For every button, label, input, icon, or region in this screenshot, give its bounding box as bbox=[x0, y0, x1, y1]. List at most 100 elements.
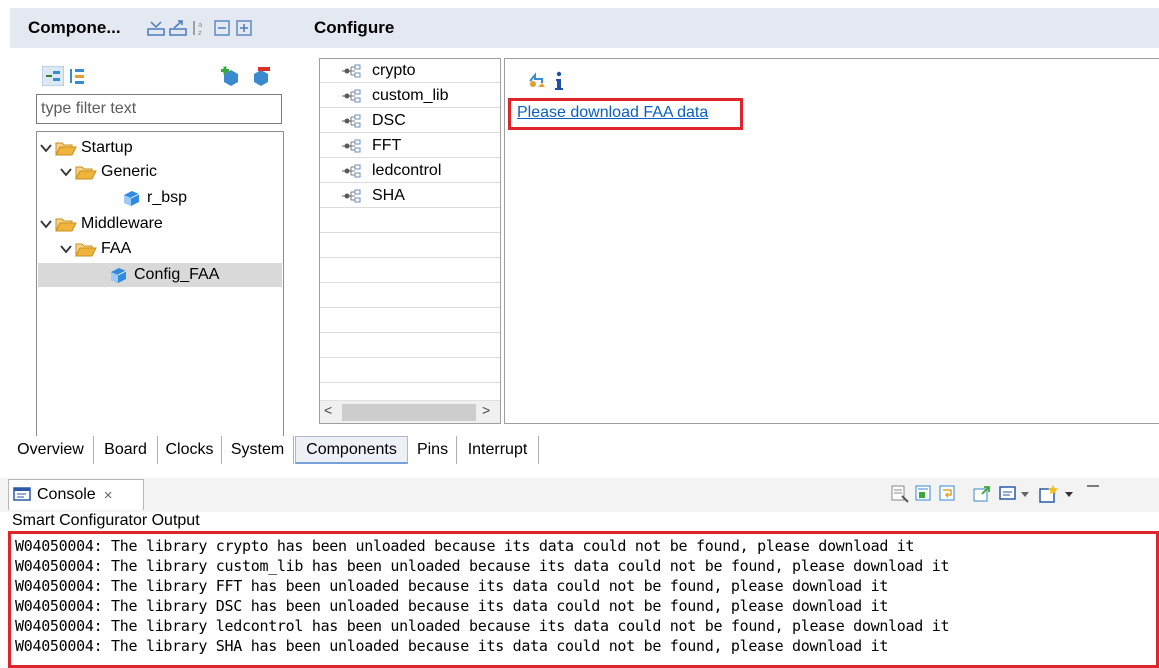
info-icon[interactable] bbox=[553, 71, 565, 91]
dropdown-arrow-icon[interactable] bbox=[1020, 489, 1030, 499]
library-label: DSC bbox=[372, 111, 406, 129]
tree-item-generic[interactable]: Generic bbox=[59, 160, 157, 184]
hierarchical-view-icon[interactable] bbox=[42, 66, 64, 86]
library-label: SHA bbox=[372, 186, 405, 204]
expand-all-icon[interactable] bbox=[235, 19, 253, 37]
tab-board[interactable]: Board bbox=[94, 436, 158, 464]
flat-view-icon[interactable] bbox=[68, 66, 88, 86]
folder-open-icon bbox=[75, 243, 97, 257]
components-panel-title: Compone... bbox=[28, 18, 121, 37]
library-item[interactable]: crypto bbox=[320, 59, 500, 83]
library-item[interactable]: FFT bbox=[320, 134, 500, 158]
tree-item-label: Config_FAA bbox=[134, 266, 220, 283]
folder-open-icon bbox=[55, 218, 77, 232]
console-line: W04050004: The library custom_lib has be… bbox=[15, 557, 950, 575]
word-wrap-icon[interactable] bbox=[938, 484, 958, 504]
tab-label: Clocks bbox=[165, 441, 214, 458]
scrollbar-thumb[interactable] bbox=[342, 404, 476, 421]
library-node-icon bbox=[342, 164, 361, 177]
tree-item-middleware[interactable]: Middleware bbox=[39, 212, 163, 236]
scroll-lock-icon[interactable] bbox=[914, 484, 934, 504]
tree-item-label: Middleware bbox=[81, 215, 163, 232]
empty-row bbox=[320, 259, 500, 283]
clear-console-icon[interactable] bbox=[890, 484, 910, 504]
folder-open-icon bbox=[75, 166, 97, 180]
chevron-down-icon[interactable] bbox=[59, 242, 73, 256]
pin-console-icon[interactable] bbox=[972, 484, 992, 504]
tree-item-label: FAA bbox=[101, 240, 132, 257]
tree-item-label: Startup bbox=[81, 139, 133, 156]
components-toolbar bbox=[30, 64, 285, 90]
empty-row bbox=[320, 359, 500, 383]
component-cube-icon bbox=[111, 268, 127, 283]
new-console-icon[interactable] bbox=[1038, 484, 1060, 504]
tree-item-startup[interactable]: Startup bbox=[39, 136, 133, 160]
empty-row bbox=[320, 209, 500, 233]
tab-label: System bbox=[230, 441, 285, 458]
svg-text:a: a bbox=[198, 21, 202, 29]
empty-row bbox=[320, 334, 500, 358]
library-label: custom_lib bbox=[372, 86, 449, 104]
library-item[interactable]: SHA bbox=[320, 184, 500, 208]
console-tab-label: Console bbox=[37, 486, 96, 503]
tab-label: Components bbox=[306, 440, 397, 458]
sort-alphabetical-icon[interactable]: a z bbox=[191, 19, 209, 37]
tab-interrupt[interactable]: Interrupt bbox=[457, 436, 539, 464]
dropdown-arrow-icon[interactable] bbox=[1064, 489, 1074, 499]
tab-label: Interrupt bbox=[467, 441, 528, 458]
console-icon bbox=[13, 487, 31, 501]
tab-components[interactable]: Components bbox=[295, 436, 408, 464]
console-line: W04050004: The library ledcontrol has be… bbox=[15, 617, 950, 635]
horizontal-scrollbar[interactable]: < > bbox=[320, 400, 500, 423]
filter-input[interactable] bbox=[36, 94, 282, 124]
tab-pins[interactable]: Pins bbox=[409, 436, 457, 464]
library-label: ledcontrol bbox=[372, 161, 442, 179]
console-line: W04050004: The library crypto has been u… bbox=[15, 537, 915, 555]
console-line: W04050004: The library DSC has been unlo… bbox=[15, 597, 889, 615]
console-output: W04050004: The library crypto has been u… bbox=[8, 531, 1159, 668]
tree-item-config-faa[interactable]: Config_FAA bbox=[38, 263, 282, 287]
library-label: crypto bbox=[372, 61, 416, 79]
editor-tabs: Overview Board Clocks System Components … bbox=[8, 436, 1159, 466]
tree-item-label: r_bsp bbox=[147, 189, 188, 206]
library-list: crypto custom_lib DSC FFT ledcontrol SHA bbox=[319, 58, 501, 424]
library-item[interactable]: custom_lib bbox=[320, 84, 500, 108]
tab-overview[interactable]: Overview bbox=[8, 436, 94, 464]
chevron-down-icon[interactable] bbox=[39, 141, 53, 155]
tab-label: Overview bbox=[17, 441, 84, 458]
library-node-icon bbox=[342, 139, 361, 152]
collapse-tree-icon[interactable] bbox=[146, 19, 165, 37]
library-item[interactable]: DSC bbox=[320, 109, 500, 133]
export-tree-icon[interactable] bbox=[168, 19, 187, 37]
chevron-down-icon[interactable] bbox=[39, 217, 53, 231]
svg-text:z: z bbox=[198, 29, 202, 37]
configure-panel-title: Configure bbox=[314, 18, 395, 37]
console-line: W04050004: The library SHA has been unlo… bbox=[15, 637, 889, 655]
minimize-icon[interactable] bbox=[1086, 482, 1100, 492]
tab-system[interactable]: System bbox=[222, 436, 294, 464]
refresh-icon[interactable] bbox=[527, 71, 547, 91]
console-tab[interactable]: Console × bbox=[8, 479, 144, 510]
tab-clocks[interactable]: Clocks bbox=[158, 436, 222, 464]
library-node-icon bbox=[342, 64, 361, 77]
console-output-title: Smart Configurator Output bbox=[12, 512, 200, 529]
remove-component-icon[interactable] bbox=[250, 66, 272, 88]
add-component-icon[interactable] bbox=[220, 66, 242, 88]
console-toolbar bbox=[890, 482, 1155, 506]
library-node-icon bbox=[342, 114, 361, 127]
empty-row bbox=[320, 309, 500, 333]
empty-row bbox=[320, 284, 500, 308]
library-item[interactable]: ledcontrol bbox=[320, 159, 500, 183]
tree-item-faa[interactable]: FAA bbox=[59, 237, 131, 261]
tree-item-label: Generic bbox=[101, 163, 158, 180]
close-icon[interactable]: × bbox=[104, 487, 113, 504]
console-line: W04050004: The library FFT has been unlo… bbox=[15, 577, 889, 595]
components-panel-header: Compone... a z bbox=[10, 8, 298, 48]
tree-item-r-bsp[interactable]: r_bsp bbox=[121, 186, 187, 210]
download-faa-data-link[interactable]: Please download FAA data bbox=[514, 103, 711, 123]
scroll-left-arrow[interactable]: < bbox=[324, 402, 338, 422]
display-console-icon[interactable] bbox=[998, 484, 1018, 504]
collapse-all-icon[interactable] bbox=[213, 19, 231, 37]
scroll-right-arrow[interactable]: > bbox=[482, 402, 496, 422]
chevron-down-icon[interactable] bbox=[59, 165, 73, 179]
